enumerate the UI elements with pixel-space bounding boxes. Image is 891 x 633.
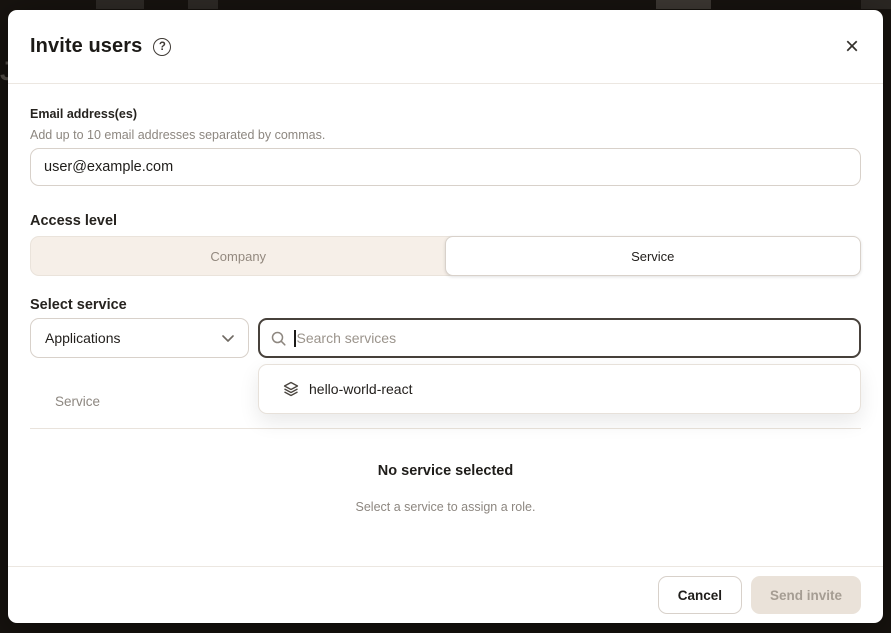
dimmed-nav-fragment: [188, 0, 218, 9]
dimmed-nav-fragment: [656, 0, 711, 9]
search-icon: [271, 331, 286, 346]
access-level-label: Access level: [30, 213, 117, 229]
chevron-down-icon: [222, 335, 234, 342]
email-label: Email address(es): [30, 107, 137, 121]
search-result-label: hello-world-react: [309, 381, 412, 397]
select-service-label: Select service: [30, 297, 127, 313]
cancel-button[interactable]: Cancel: [658, 576, 742, 614]
modal-title: Invite users: [30, 35, 142, 58]
help-icon[interactable]: ?: [153, 38, 171, 56]
close-icon[interactable]: ×: [843, 35, 861, 59]
service-search-input[interactable]: Search services: [258, 318, 861, 358]
access-level-service-button[interactable]: Service: [445, 236, 862, 276]
access-level-company-button[interactable]: Company: [31, 237, 446, 275]
empty-state-subtitle: Select a service to assign a role.: [8, 500, 883, 514]
layers-icon: [283, 381, 299, 397]
search-placeholder: Search services: [297, 330, 397, 346]
service-column-header: Service: [55, 394, 100, 409]
dimmed-nav-fragment: [96, 0, 144, 9]
invite-users-modal: Invite users ? × Email address(es) Add u…: [8, 10, 883, 623]
service-type-select-value: Applications: [45, 330, 121, 346]
send-invite-button[interactable]: Send invite: [751, 576, 861, 614]
access-level-toggle: Company Service: [30, 236, 861, 276]
empty-state-title: No service selected: [8, 463, 883, 479]
screen: J Invite users ? × Email address(es) Add…: [0, 0, 891, 633]
search-result-item[interactable]: hello-world-react: [265, 371, 854, 407]
dimmed-nav-fragment: [861, 0, 891, 9]
email-helper-text: Add up to 10 email addresses separated b…: [30, 128, 325, 142]
text-cursor: [294, 330, 296, 347]
service-type-select[interactable]: Applications: [30, 318, 249, 358]
modal-footer: Cancel Send invite: [8, 566, 883, 623]
modal-header: Invite users ? ×: [8, 10, 883, 84]
search-results-dropdown: hello-world-react: [258, 364, 861, 414]
table-divider: [30, 428, 861, 429]
email-input[interactable]: [30, 148, 861, 186]
